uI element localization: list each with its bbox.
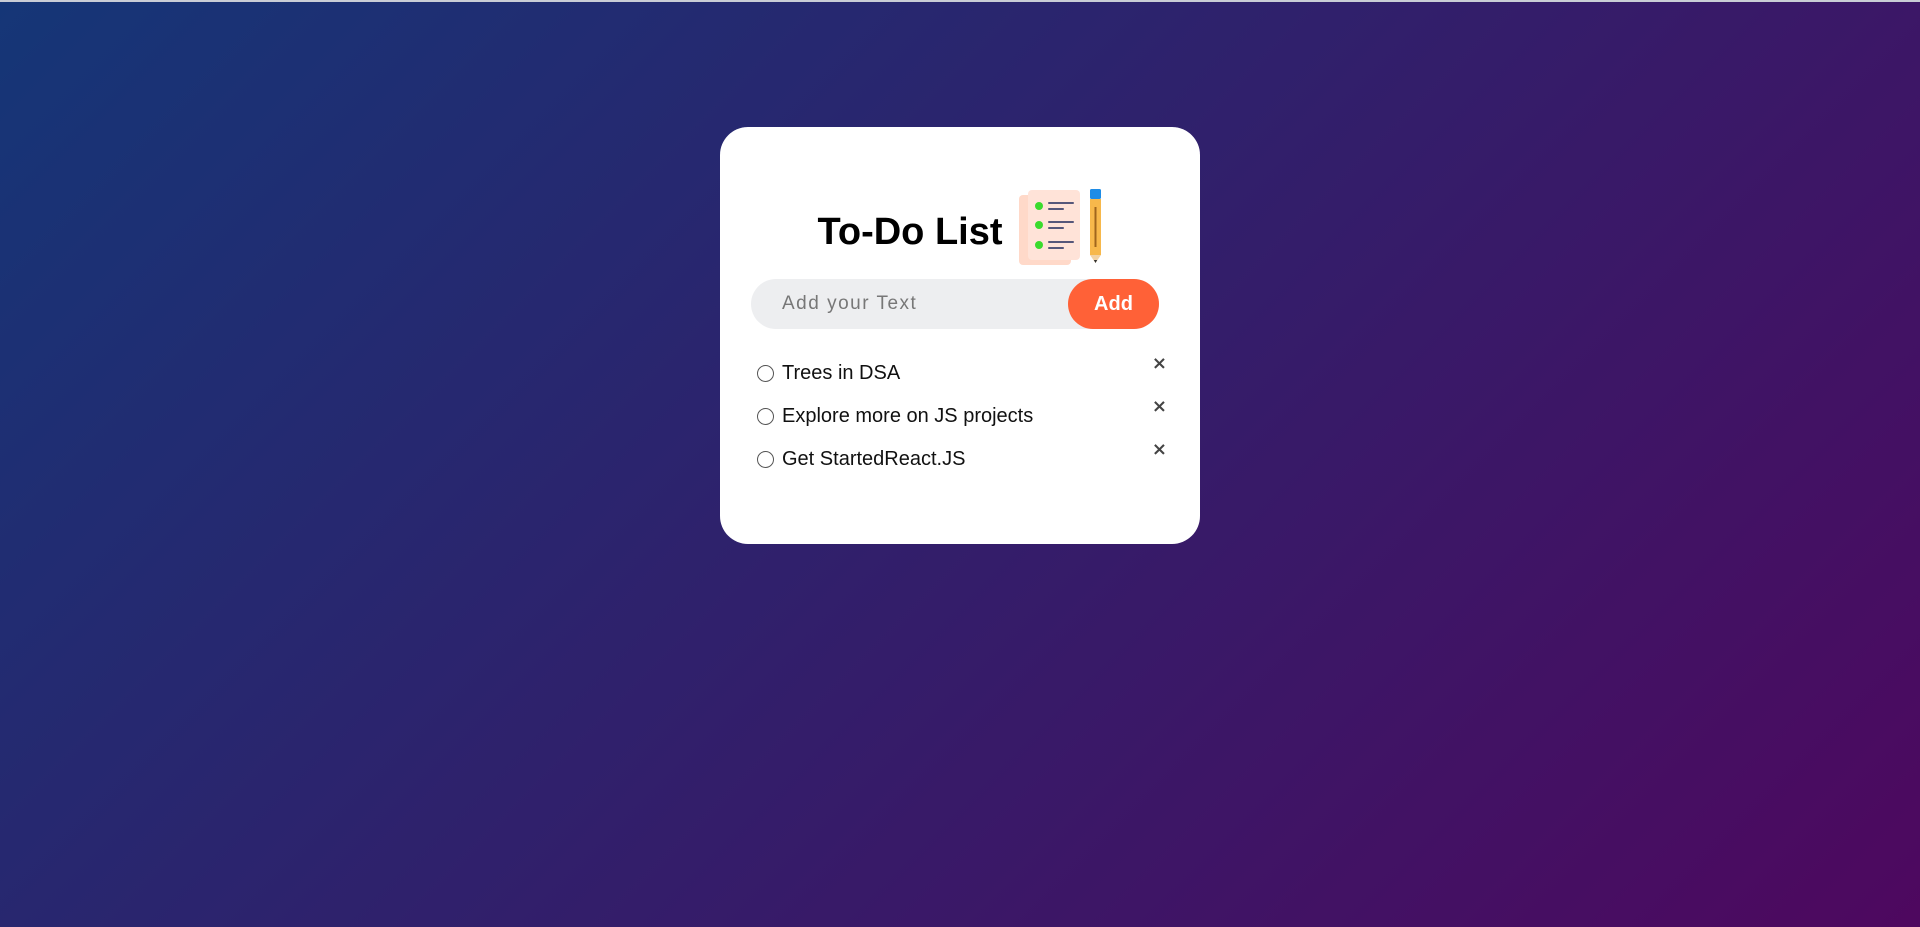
list-item[interactable]: Explore more on JS projects × xyxy=(757,390,1177,433)
close-icon[interactable]: × xyxy=(1152,398,1167,416)
unchecked-circle-icon[interactable] xyxy=(757,451,774,468)
header: To-Do List xyxy=(720,187,1200,269)
task-text: Trees in DSA xyxy=(782,362,901,384)
unchecked-circle-icon[interactable] xyxy=(757,408,774,425)
task-text: Get StartedReact.JS xyxy=(782,448,966,470)
add-task-row: Add xyxy=(751,279,1159,329)
list-item[interactable]: Get StartedReact.JS × xyxy=(757,433,1177,476)
checklist-with-pencil-icon xyxy=(1018,189,1101,265)
close-icon[interactable]: × xyxy=(1152,355,1167,373)
todo-card: To-Do List Add your Text Add Trees in DS… xyxy=(720,127,1200,544)
add-button[interactable]: Add xyxy=(1068,279,1159,329)
unchecked-circle-icon[interactable] xyxy=(757,365,774,382)
task-input[interactable] xyxy=(751,279,1068,329)
task-list: Trees in DSA × Explore more on JS projec… xyxy=(757,347,1177,476)
list-item[interactable]: Trees in DSA × xyxy=(757,347,1177,390)
close-icon[interactable]: × xyxy=(1152,441,1167,459)
page-title: To-Do List xyxy=(817,211,1003,253)
task-text: Explore more on JS projects xyxy=(782,405,1034,427)
